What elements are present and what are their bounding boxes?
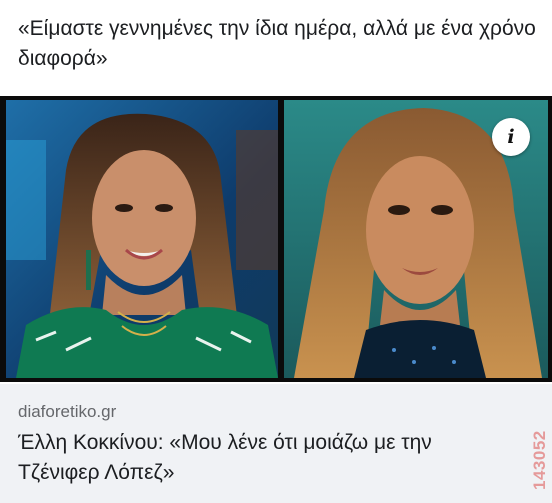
left-portrait-photo[interactable] bbox=[6, 100, 278, 378]
photo-collage[interactable] bbox=[0, 96, 552, 382]
link-title[interactable]: Έλλη Κοκκίνου: «Μου λένε ότι μοιάζω με τ… bbox=[18, 428, 518, 488]
post-caption: «Είμαστε γεννημένες την ίδια ημέρα, αλλά… bbox=[18, 17, 536, 70]
info-icon[interactable]: i bbox=[492, 118, 530, 156]
left-portrait-illustration bbox=[6, 100, 278, 378]
watermark-number: 143052 bbox=[530, 430, 549, 490]
link-domain: diaforetiko.gr bbox=[18, 402, 117, 421]
link-preview-card[interactable]: diaforetiko.gr Έλλη Κοκκίνου: «Μου λένε … bbox=[0, 384, 552, 503]
